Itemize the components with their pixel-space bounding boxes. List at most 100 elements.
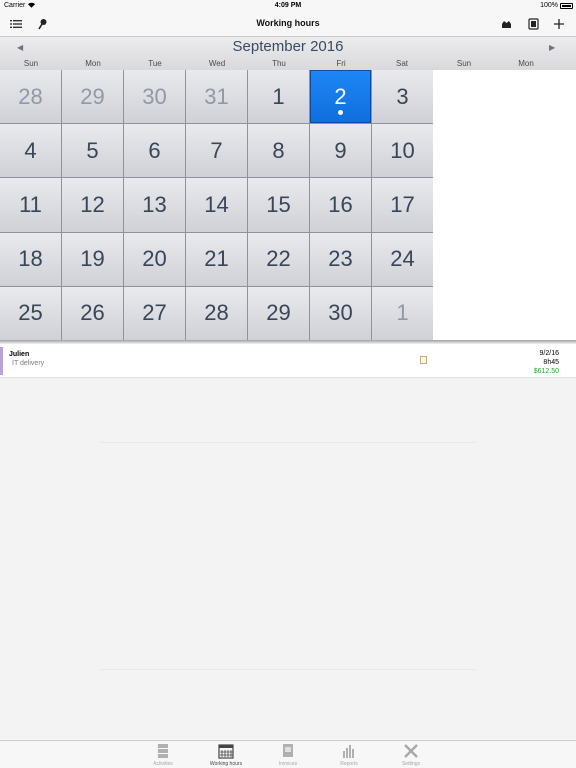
tab-working-hours[interactable]: Working hours (196, 743, 256, 767)
calendar-day[interactable]: 1 (248, 70, 309, 124)
calendar-day[interactable]: 15 (248, 178, 309, 232)
tab-label: Invoices (278, 761, 298, 767)
calendar-day[interactable]: 8 (248, 124, 309, 178)
weekday-label: Mon (518, 59, 534, 68)
battery-percent: 100% (540, 2, 558, 9)
day-number: 29 (266, 300, 291, 326)
calendar-day[interactable]: 3 (372, 70, 433, 124)
tab-label: Working hours (209, 761, 243, 767)
divider (100, 442, 476, 443)
export-button[interactable] (525, 16, 541, 32)
tab-label: Settings (401, 761, 421, 767)
calendar-day[interactable]: 14 (186, 178, 247, 232)
calendar-day[interactable]: 10 (372, 124, 433, 178)
tab-settings[interactable]: Settings (381, 743, 441, 767)
calendar-day[interactable]: 21 (186, 232, 247, 286)
calendar-day[interactable]: 28 (0, 70, 61, 124)
calendar-header: ◀ September 2016 ▶ Sun Mon Tue Wed Thu F… (0, 37, 576, 70)
calendar-side-panel (433, 70, 576, 340)
weekday-label: Fri (336, 59, 346, 68)
day-number: 6 (148, 137, 161, 163)
day-number: 26 (80, 300, 105, 326)
entry-color-bar (0, 347, 3, 375)
battery-icon (560, 3, 573, 9)
stack-icon (158, 744, 168, 758)
entry-meta: 9/2/16 8h45 $612.50 (534, 349, 559, 376)
month-title: September 2016 (232, 38, 344, 55)
day-number: 23 (328, 246, 353, 272)
calendar-day[interactable]: 13 (124, 178, 185, 232)
calendar-day[interactable]: 18 (0, 232, 61, 286)
calendar-day[interactable]: 12 (62, 178, 123, 232)
calendar-day[interactable]: 29 (248, 286, 309, 340)
day-number: 25 (18, 300, 43, 326)
tab-invoices[interactable]: Invoices (258, 743, 318, 767)
day-number: 1 (272, 83, 285, 109)
tab-reports[interactable]: Reports (319, 743, 379, 767)
note-icon (420, 356, 427, 364)
invoice-icon (283, 744, 293, 757)
calendar-day[interactable]: 23 (310, 232, 371, 286)
day-number: 1 (396, 300, 409, 326)
next-month-arrow-icon[interactable]: ▶ (549, 43, 555, 52)
day-number: 31 (204, 83, 229, 109)
clients-button[interactable] (498, 16, 514, 32)
calendar-day[interactable]: 16 (310, 178, 371, 232)
calendar-icon (218, 744, 234, 759)
day-number: 30 (328, 300, 353, 326)
day-number: 14 (204, 191, 229, 217)
divider (100, 669, 476, 670)
calendar-day[interactable]: 19 (62, 232, 123, 286)
calendar-day[interactable]: 22 (248, 232, 309, 286)
weekday-label: Thu (272, 59, 286, 68)
calendar-day[interactable]: 26 (62, 286, 123, 340)
day-number: 19 (80, 246, 105, 272)
weekday-label: Sat (395, 59, 408, 68)
calendar-day[interactable]: 17 (372, 178, 433, 232)
day-number: 5 (86, 137, 99, 163)
entry-date: 9/2/16 (539, 350, 559, 357)
calendar-day[interactable]: 28 (186, 286, 247, 340)
tab-activities[interactable]: Activities (133, 743, 193, 767)
calendar-day[interactable]: 1 (372, 286, 433, 340)
day-number: 20 (142, 246, 167, 272)
day-number: 10 (390, 137, 415, 163)
calendar-day[interactable]: 31 (186, 70, 247, 124)
calendar-day[interactable]: 29 (62, 70, 123, 124)
weekday-label: Sun (23, 59, 39, 68)
weekday-label: Wed (208, 59, 226, 68)
document-icon (527, 18, 539, 30)
entry-duration: 8h45 (543, 359, 559, 366)
weekday-label: Sun (456, 59, 472, 68)
calendar-day[interactable]: 30 (124, 70, 185, 124)
day-number: 29 (80, 83, 105, 109)
entry-amount: $612.50 (533, 368, 559, 375)
calendar-day[interactable]: 9 (310, 124, 371, 178)
calendar-day[interactable]: 5 (62, 124, 123, 178)
calendar-day[interactable]: 20 (124, 232, 185, 286)
day-number: 4 (24, 137, 37, 163)
day-number: 7 (210, 137, 223, 163)
status-time: 4:09 PM (274, 2, 302, 9)
day-number: 28 (18, 83, 43, 109)
calendar-day[interactable]: 24 (372, 232, 433, 286)
weekday-label: Mon (85, 59, 101, 68)
working-hours-entry[interactable]: Julien IT delivery 9/2/16 8h45 $612.50 (0, 344, 576, 378)
calendar-day[interactable]: 25 (0, 286, 61, 340)
tab-bar: Activities Working hours Invoices Report… (0, 740, 576, 768)
calendar-day[interactable]: 4 (0, 124, 61, 178)
add-button[interactable] (551, 16, 567, 32)
calendar-day-selected[interactable]: 2 (310, 70, 371, 124)
calendar-day[interactable]: 7 (186, 124, 247, 178)
tools-icon (404, 744, 418, 758)
page-title: Working hours (256, 18, 320, 28)
plus-icon (554, 19, 564, 29)
tab-label: Reports (340, 761, 358, 767)
person-icon (501, 21, 511, 28)
day-number: 8 (272, 137, 285, 163)
calendar-day[interactable]: 27 (124, 286, 185, 340)
day-number: 22 (266, 246, 291, 272)
calendar-day[interactable]: 30 (310, 286, 371, 340)
calendar-day[interactable]: 11 (0, 178, 61, 232)
calendar-day[interactable]: 6 (124, 124, 185, 178)
